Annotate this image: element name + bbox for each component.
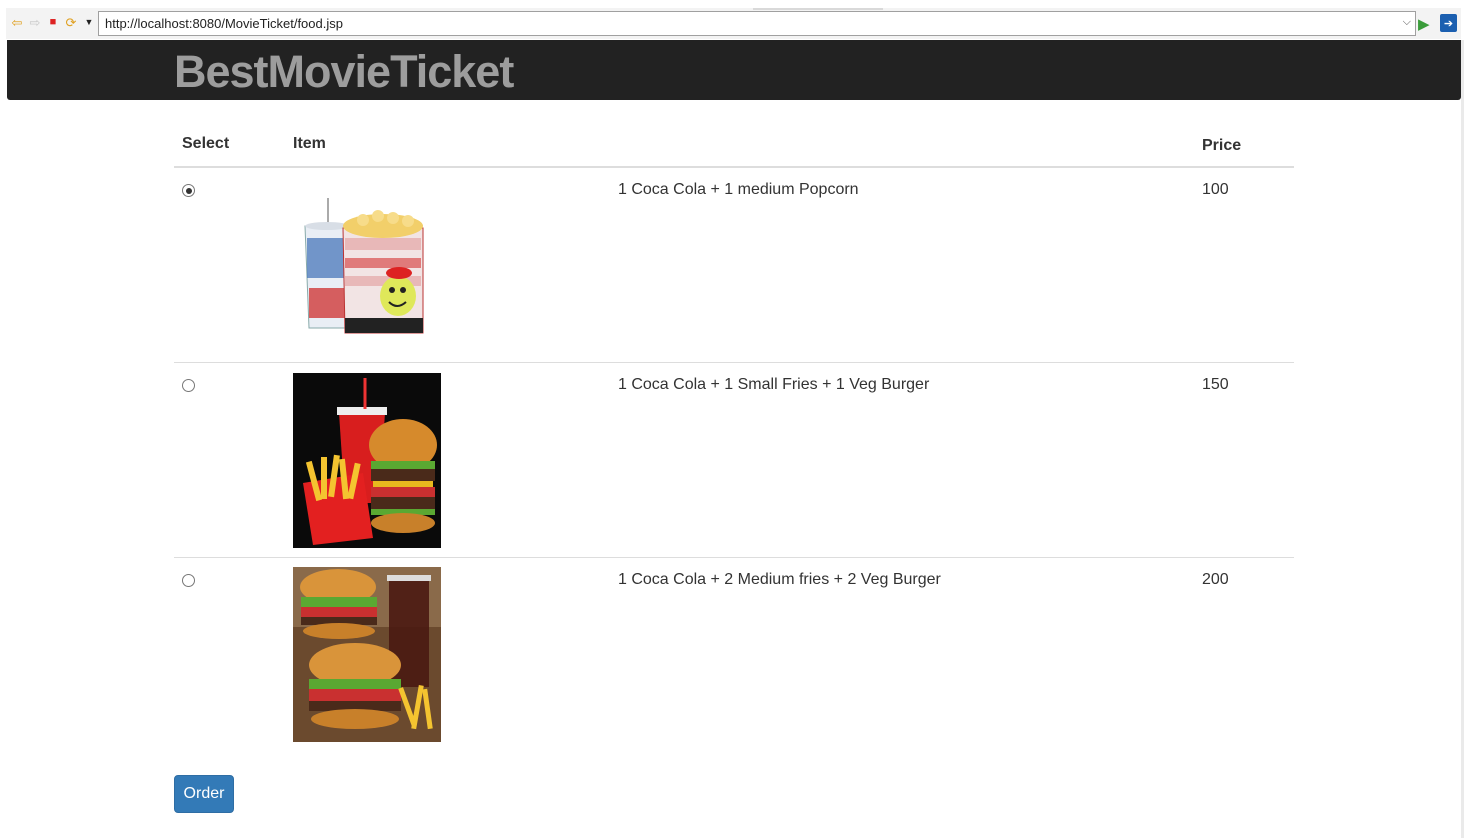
combo-radio-2[interactable] <box>182 379 195 392</box>
dropdown-icon[interactable]: ▼ <box>82 14 96 30</box>
browser-toolbar: ⇦ ⇨ ■ ⟳ ▼ http://localhost:8080/MovieTic… <box>6 8 1461 39</box>
combo-price: 200 <box>1202 571 1229 588</box>
combo-radio-1[interactable] <box>182 184 195 197</box>
address-bar[interactable]: http://localhost:8080/MovieTicket/food.j… <box>98 11 1416 36</box>
nav-buttons: ⇦ ⇨ ■ ⟳ ▼ <box>10 14 96 30</box>
chevron-down-icon[interactable]: ⌵ <box>1403 16 1411 29</box>
combo-description: 1 Coca Cola + 1 medium Popcorn <box>618 181 859 198</box>
double-burger-combo-image <box>293 567 441 742</box>
forward-icon[interactable]: ⇨ <box>28 14 42 30</box>
burger-fries-combo-image <box>293 373 441 548</box>
table-row: 1 Coca Cola + 1 medium Popcorn 100 <box>174 168 1294 363</box>
refresh-icon[interactable]: ⟳ <box>64 14 78 30</box>
combo-price: 100 <box>1202 181 1229 198</box>
combo-description: 1 Coca Cola + 1 Small Fries + 1 Veg Burg… <box>618 376 930 393</box>
header-item: Item <box>293 135 326 152</box>
popcorn-combo-image <box>293 178 441 353</box>
tab-indicator <box>753 8 883 10</box>
food-table: Select Item Price 1 Coca Cola + 1 medium… <box>174 124 1294 753</box>
header-price: Price <box>1202 137 1242 154</box>
header-select: Select <box>182 135 230 152</box>
site-header: BestMovieTicket <box>7 40 1461 100</box>
back-icon[interactable]: ⇦ <box>10 14 24 30</box>
table-row: 1 Coca Cola + 2 Medium fries + 2 Veg Bur… <box>174 558 1294 753</box>
combo-price: 150 <box>1202 376 1229 393</box>
combo-radio-3[interactable] <box>182 574 195 587</box>
order-button[interactable]: Order <box>174 775 234 813</box>
extension-icon[interactable]: ➔ <box>1440 14 1457 32</box>
combo-description: 1 Coca Cola + 2 Medium fries + 2 Veg Bur… <box>618 571 941 588</box>
address-url[interactable]: http://localhost:8080/MovieTicket/food.j… <box>105 16 343 31</box>
table-row: 1 Coca Cola + 1 Small Fries + 1 Veg Burg… <box>174 363 1294 558</box>
table-header: Select Item Price <box>174 124 1294 168</box>
go-icon[interactable]: ▶ <box>1418 15 1430 33</box>
brand-logo[interactable]: BestMovieTicket <box>174 46 514 98</box>
stop-icon[interactable]: ■ <box>46 14 60 30</box>
